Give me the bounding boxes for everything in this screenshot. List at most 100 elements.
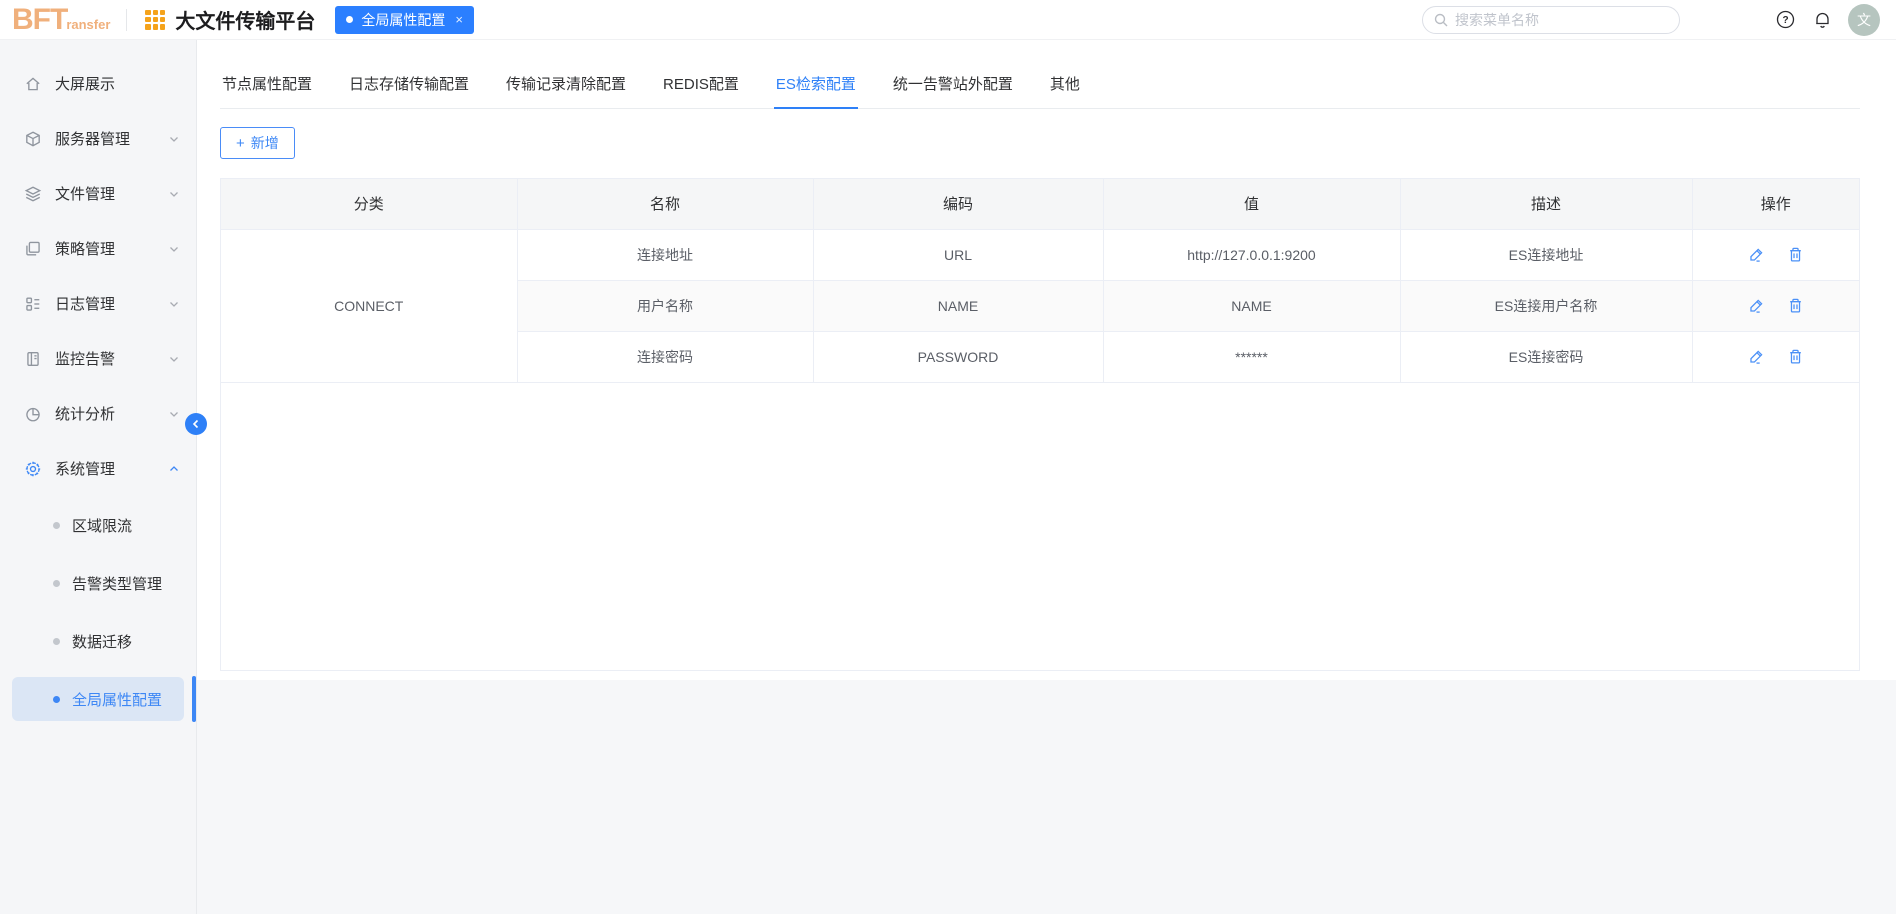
description-cell: ES连接密码 [1400,331,1693,383]
edit-pencil-icon[interactable] [1748,348,1765,365]
server-cube-icon [24,130,42,148]
code-cell: PASSWORD [813,331,1104,383]
edit-pencil-icon[interactable] [1748,246,1765,263]
sidebar-item-policies[interactable]: 策略管理 [0,221,196,276]
tab-es-search-config[interactable]: ES检索配置 [773,64,858,109]
add-button[interactable]: + 新增 [220,127,295,159]
sidebar-item-statistics[interactable]: 统计分析 [0,386,196,441]
value-cell: ****** [1103,331,1401,383]
sidebar-item-label: 服务器管理 [55,131,131,148]
sidebar-subitem-data-migration[interactable]: 数据迁移 [0,612,196,670]
sidebar-item-system[interactable]: 系统管理 [0,441,196,496]
open-page-tab[interactable]: 全局属性配置 × [335,5,474,34]
app-title: 大文件传输平台 [175,11,316,33]
column-header-operations: 操作 [1692,179,1859,230]
tab-other[interactable]: 其他 [1048,64,1082,108]
description-cell: ES连接用户名称 [1400,280,1693,332]
delete-trash-icon[interactable] [1787,297,1804,314]
table-row: CONNECT 连接地址 URL http://127.0.0.1:9200 E… [221,229,1859,383]
edit-pencil-icon[interactable] [1748,297,1765,314]
user-avatar[interactable]: 文 [1848,3,1880,36]
gear-icon [24,460,42,478]
name-cell: 用户名称 [517,280,814,332]
column-header-code: 编码 [813,179,1104,230]
search-icon [1433,12,1449,33]
avatar-initial: 文 [1857,11,1871,28]
chevron-down-icon [168,243,180,255]
tab-redis-config[interactable]: REDIS配置 [661,64,741,108]
plus-icon: + [236,134,245,152]
bullet-dot-icon [53,637,60,645]
sidebar-item-label: 统计分析 [55,406,116,423]
bullet-dot-icon [53,579,60,587]
sidebar-item-dashboard[interactable]: 大屏展示 [0,56,196,111]
sidebar-subitem-label: 全局属性配置 [72,691,163,709]
app-logo[interactable]: BFT ransfer [12,2,111,36]
sidebar-item-label: 大屏展示 [55,76,116,93]
layers-icon [24,185,42,203]
column-header-name: 名称 [517,179,814,230]
value-cell: NAME [1103,280,1401,332]
tab-unified-alert[interactable]: 统一告警站外配置 [891,64,1015,108]
delete-trash-icon[interactable] [1787,246,1804,263]
tab-transfer-record-cleanup[interactable]: 传输记录清除配置 [504,64,628,108]
top-header: BFT ransfer 大文件传输平台 全局属性配置 × ? 文 [0,0,1896,40]
active-dot-icon [346,16,354,23]
page-tab-label: 全局属性配置 [361,11,446,28]
active-item-indicator [192,676,196,722]
add-button-label: 新增 [250,135,279,151]
sidebar-item-files[interactable]: 文件管理 [0,166,196,221]
sidebar-item-label: 策略管理 [55,241,116,258]
config-tabs: 节点属性配置 日志存储传输配置 传输记录清除配置 REDIS配置 ES检索配置 … [220,40,1860,109]
sidebar-subitem-alert-types[interactable]: 告警类型管理 [0,554,196,612]
chevron-down-icon [168,353,180,365]
category-cell: CONNECT [221,229,518,383]
bullet-dot-icon [53,695,60,703]
operations-cell [1692,331,1859,383]
sidebar-item-servers[interactable]: 服务器管理 [0,111,196,166]
main-content: 节点属性配置 日志存储传输配置 传输记录清除配置 REDIS配置 ES检索配置 … [197,40,1896,914]
sidebar-subitem-rate-limit[interactable]: 区域限流 [0,496,196,554]
sidebar-subitem-global-properties[interactable]: 全局属性配置 [12,677,184,721]
sidebar-item-label: 监控告警 [55,351,116,368]
logo-text-main: BFT [12,2,68,36]
notification-bell-icon[interactable] [1813,10,1832,29]
search-input[interactable] [1422,5,1680,34]
policy-stack-icon [24,240,42,258]
column-header-value: 值 [1103,179,1401,230]
log-list-icon [24,295,42,313]
sidebar-item-monitoring[interactable]: 监控告警 [0,331,196,386]
tab-log-storage[interactable]: 日志存储传输配置 [347,64,471,108]
monitor-cabinet-icon [24,350,42,368]
sidebar-collapse-button[interactable] [185,413,207,435]
value-cell: http://127.0.0.1:9200 [1103,229,1401,281]
chevron-down-icon [168,298,180,310]
sidebar-item-label: 日志管理 [55,296,116,313]
header-divider [126,8,128,31]
bullet-dot-icon [53,521,60,529]
sidebar-item-label: 文件管理 [55,186,116,203]
help-icon[interactable]: ? [1776,10,1795,29]
svg-text:?: ? [1782,15,1788,26]
sidebar-subitem-label: 区域限流 [72,517,133,535]
content-panel: 节点属性配置 日志存储传输配置 传输记录清除配置 REDIS配置 ES检索配置 … [197,40,1896,680]
chevron-down-icon [168,408,180,420]
sidebar: 大屏展示 服务器管理 文件管理 策略管理 日志管理 监控告警 统计分析 系统管理… [0,40,207,914]
chevron-up-icon [168,463,180,475]
operations-cell [1692,280,1859,332]
sidebar-item-logs[interactable]: 日志管理 [0,276,196,331]
config-table: 分类 名称 编码 值 描述 操作 CONNECT 连接地址 URL http:/… [220,178,1860,671]
tab-node-properties[interactable]: 节点属性配置 [220,64,314,108]
close-icon[interactable]: × [455,12,463,27]
app-grid-icon[interactable] [145,9,166,30]
menu-search [1422,5,1680,34]
column-header-description: 描述 [1400,179,1693,230]
code-cell: URL [813,229,1104,281]
column-header-category: 分类 [221,179,518,230]
sidebar-subitem-label: 告警类型管理 [72,575,163,593]
logo-text-sub: ransfer [66,16,111,32]
delete-trash-icon[interactable] [1787,348,1804,365]
sidebar-subitem-label: 数据迁移 [72,633,133,651]
description-cell: ES连接地址 [1400,229,1693,281]
operations-cell [1692,229,1859,281]
